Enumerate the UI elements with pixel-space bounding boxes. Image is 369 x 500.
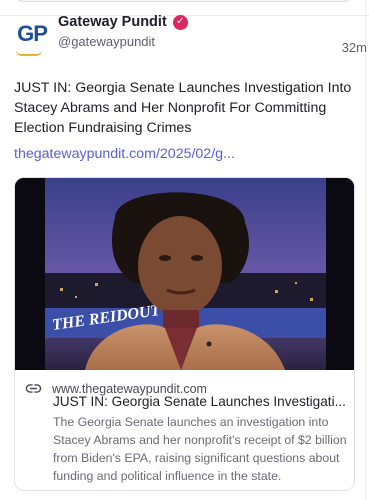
author-row: Gateway Pundit ✓ <box>58 14 188 30</box>
feed-border <box>365 0 366 500</box>
verified-badge-icon: ✓ <box>172 14 188 30</box>
avatar-logo: GP <box>17 21 48 46</box>
link-preview-card[interactable]: THE REIDOUT www.thegatewaypundit.com JUS… <box>14 177 355 491</box>
feed-page: GP Gateway Pundit ✓ @gatewaypundit 32m J… <box>0 0 369 500</box>
author-name[interactable]: Gateway Pundit <box>58 14 167 30</box>
post-timestamp[interactable]: 32m <box>342 40 367 55</box>
avatar[interactable]: GP <box>14 16 50 56</box>
link-icon <box>25 384 42 393</box>
author-handle[interactable]: @gatewaypundit <box>58 34 155 49</box>
previous-card-edge <box>14 0 353 2</box>
post-link[interactable]: thegatewaypundit.com/2025/02/g... <box>14 146 235 162</box>
link-title[interactable]: JUST IN: Georgia Senate Launches Investi… <box>53 394 349 409</box>
link-description: The Georgia Senate launches an investiga… <box>53 415 347 483</box>
post-text: JUST IN: Georgia Senate Launches Investi… <box>14 80 352 136</box>
link-preview-image: THE REIDOUT <box>15 178 354 370</box>
avatar-swoosh <box>16 50 42 56</box>
